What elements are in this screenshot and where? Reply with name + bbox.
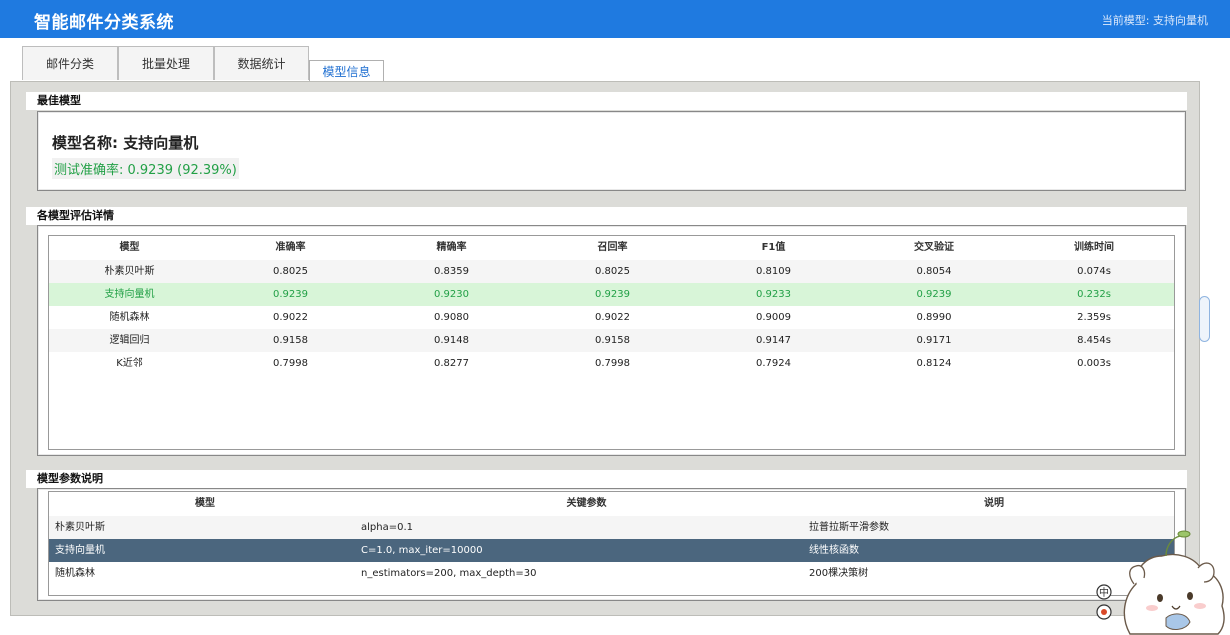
cell-model: 朴素贝叶斯: [55, 522, 105, 533]
params-box: 模型 关键参数 说明 朴素贝叶斯 alpha=0.1 拉普拉斯平滑参数 支持向量…: [37, 488, 1186, 601]
cell-train-time: 8.454s: [1077, 335, 1111, 346]
cell-recall: 0.9022: [595, 312, 630, 323]
cell-f1: 0.9147: [756, 335, 791, 346]
app-title: 智能邮件分类系统: [34, 13, 174, 33]
cell-model: 逻辑回归: [109, 335, 150, 346]
cell-description: 拉普拉斯平滑参数: [809, 522, 889, 533]
tab-batch-process[interactable]: 批量处理: [118, 46, 214, 80]
column-header-model[interactable]: 模型: [49, 492, 361, 516]
column-header-key-params[interactable]: 关键参数: [361, 492, 812, 516]
current-model-status: 当前模型: 支持向量机: [1101, 14, 1208, 27]
tab-data-stats[interactable]: 数据统计: [214, 46, 309, 80]
table-row[interactable]: 朴素贝叶斯 0.8025 0.8359 0.8025 0.8109 0.8054…: [49, 260, 1174, 283]
cell-accuracy: 0.9158: [273, 335, 308, 346]
cell-model: 支持向量机: [55, 545, 105, 556]
cell-precision: 0.9148: [434, 335, 469, 346]
cell-f1: 0.9009: [756, 312, 791, 323]
tab-model-info[interactable]: 模型信息: [309, 60, 384, 82]
cell-description: 200棵决策树: [809, 568, 869, 579]
cell-precision: 0.9080: [434, 312, 469, 323]
cell-recall: 0.9239: [595, 289, 630, 300]
params-table-header: 模型 关键参数 说明: [49, 492, 1174, 516]
cell-recall: 0.7998: [595, 358, 630, 369]
params-table[interactable]: 模型 关键参数 说明 朴素贝叶斯 alpha=0.1 拉普拉斯平滑参数 支持向量…: [48, 491, 1175, 596]
column-header-f1[interactable]: F1值: [693, 236, 854, 260]
table-row[interactable]: 随机森林 0.9022 0.9080 0.9022 0.9009 0.8990 …: [49, 306, 1174, 329]
cell-key-params: C=1.0, max_iter=10000: [361, 545, 483, 556]
best-model-header: 最佳模型: [26, 92, 1187, 110]
cell-train-time: 0.074s: [1077, 266, 1111, 277]
cell-recall: 0.9158: [595, 335, 630, 346]
cell-model: 朴素贝叶斯: [104, 266, 155, 277]
cell-f1: 0.8109: [756, 266, 791, 277]
cell-description: 线性核函数: [809, 545, 859, 556]
cell-accuracy: 0.9022: [273, 312, 308, 323]
cell-cross-validation: 0.8054: [916, 266, 952, 277]
table-row[interactable]: 朴素贝叶斯 alpha=0.1 拉普拉斯平滑参数: [49, 516, 1174, 539]
cell-train-time: 2.359s: [1077, 312, 1111, 323]
cell-model: 随机森林: [109, 312, 150, 323]
cell-precision: 0.8359: [434, 266, 469, 277]
cell-cross-validation: 0.9239: [916, 289, 952, 300]
column-header-precision[interactable]: 精确率: [371, 236, 532, 260]
language-badge-text: 中: [1099, 586, 1109, 599]
column-header-model[interactable]: 模型: [49, 236, 210, 260]
title-bar: 智能邮件分类系统 当前模型: 支持向量机: [0, 0, 1230, 38]
cell-cross-validation: 0.8124: [916, 358, 952, 369]
column-header-recall[interactable]: 召回率: [532, 236, 693, 260]
cell-train-time: 0.003s: [1077, 358, 1111, 369]
cell-key-params: alpha=0.1: [361, 522, 414, 533]
best-model-name: 模型名称: 支持向量机: [52, 134, 199, 152]
cell-cross-validation: 0.9171: [916, 335, 952, 346]
evaluation-table[interactable]: 模型 准确率 精确率 召回率 F1值 交叉验证 训练时间 朴素贝叶斯 0.802…: [48, 235, 1175, 450]
cell-model: 支持向量机: [104, 289, 155, 300]
params-header: 模型参数说明: [26, 470, 1187, 488]
table-row[interactable]: K近邻 0.7998 0.8277 0.7998 0.7924 0.8124 0…: [49, 352, 1174, 375]
evaluation-header: 各模型评估详情: [26, 207, 1187, 225]
column-header-train-time[interactable]: 训练时间: [1014, 236, 1174, 260]
best-model-box: 模型名称: 支持向量机 测试准确率: 0.9239 (92.39%): [37, 111, 1186, 191]
cell-f1: 0.9233: [756, 289, 791, 300]
cell-train-time: 0.232s: [1077, 289, 1111, 300]
column-header-description[interactable]: 说明: [812, 492, 1174, 516]
cell-precision: 0.9230: [434, 289, 469, 300]
cell-recall: 0.8025: [595, 266, 630, 277]
cell-accuracy: 0.9239: [273, 289, 308, 300]
column-header-accuracy[interactable]: 准确率: [210, 236, 371, 260]
column-header-cross-validation[interactable]: 交叉验证: [854, 236, 1014, 260]
cell-key-params: n_estimators=200, max_depth=30: [361, 568, 537, 579]
table-row[interactable]: 逻辑回归 0.9158 0.9148 0.9158 0.9147 0.9171 …: [49, 329, 1174, 352]
cell-cross-validation: 0.8990: [916, 312, 952, 323]
cell-model: 随机森林: [55, 568, 95, 579]
table-row[interactable]: 随机森林 n_estimators=200, max_depth=30 200棵…: [49, 562, 1174, 585]
cell-accuracy: 0.8025: [273, 266, 308, 277]
best-model-accuracy: 测试准确率: 0.9239 (92.39%): [52, 158, 239, 179]
cell-model: K近邻: [116, 358, 143, 369]
mascot-sticker-icon[interactable]: 中: [1090, 526, 1230, 635]
side-scroll-handle[interactable]: [1199, 296, 1210, 342]
table-row-selected[interactable]: 支持向量机 C=1.0, max_iter=10000 线性核函数: [49, 539, 1174, 562]
tab-email-classify[interactable]: 邮件分类: [22, 46, 118, 80]
table-row-best[interactable]: 支持向量机 0.9239 0.9230 0.9239 0.9233 0.9239…: [49, 283, 1174, 306]
cell-precision: 0.8277: [434, 358, 469, 369]
evaluation-box: 模型 准确率 精确率 召回率 F1值 交叉验证 训练时间 朴素贝叶斯 0.802…: [37, 225, 1186, 456]
cell-accuracy: 0.7998: [273, 358, 308, 369]
cell-f1: 0.7924: [756, 358, 791, 369]
evaluation-table-header: 模型 准确率 精确率 召回率 F1值 交叉验证 训练时间: [49, 236, 1174, 260]
